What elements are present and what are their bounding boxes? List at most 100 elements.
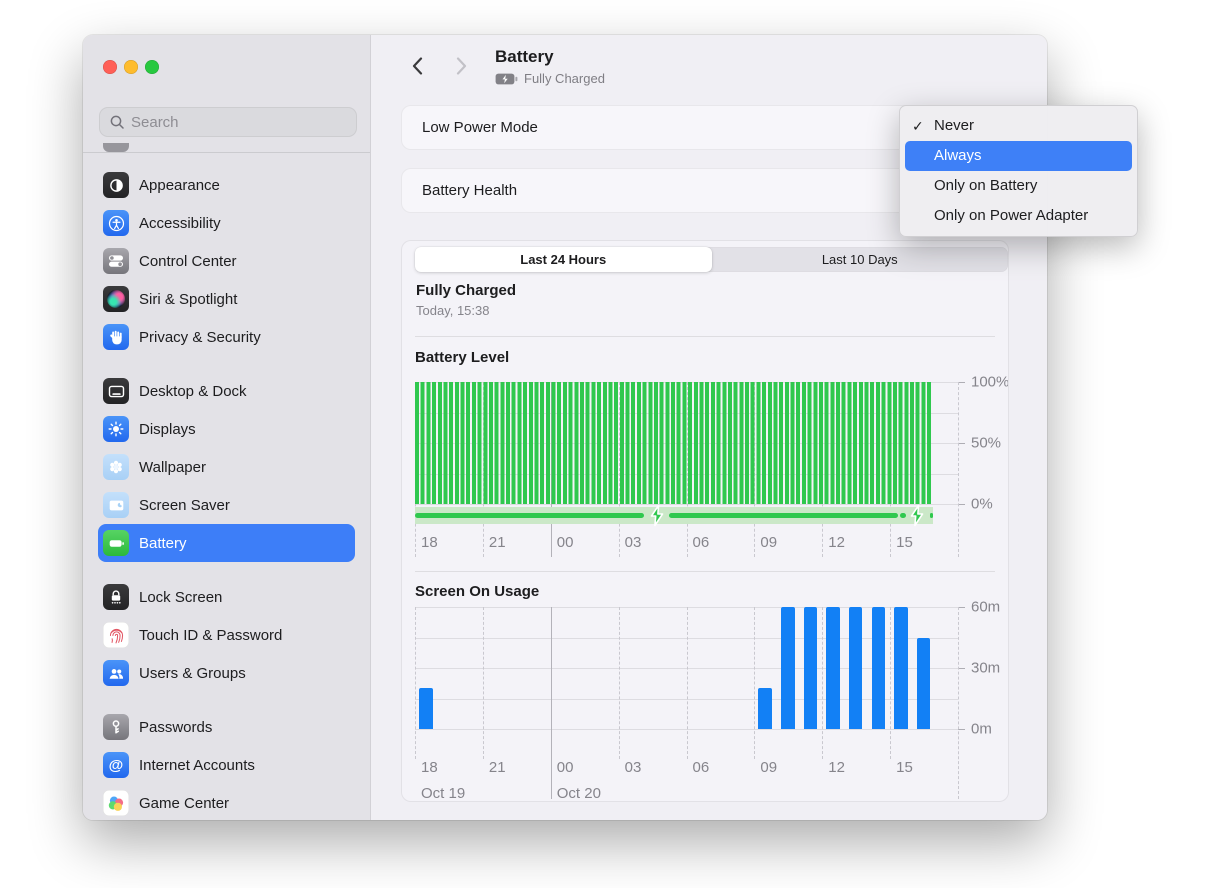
x-axis-label: 03 xyxy=(625,534,642,551)
low-power-mode-label: Low Power Mode xyxy=(422,119,538,136)
sidebar-item-passwords[interactable]: Passwords xyxy=(98,708,355,746)
sidebar-item-label: Displays xyxy=(139,421,196,438)
x-axis-label: 21 xyxy=(489,759,506,776)
sidebar-item-users-groups[interactable]: Users & Groups xyxy=(98,654,355,692)
touch-id-icon xyxy=(103,622,129,648)
screen-on-usage-title: Screen On Usage xyxy=(415,583,539,600)
sidebar-item-label: Lock Screen xyxy=(139,589,222,606)
sidebar-item-label: Desktop & Dock xyxy=(139,383,247,400)
internet-accounts-icon: @ xyxy=(103,752,129,778)
time-range-segmented-control: Last 24 Hours Last 10 Days xyxy=(415,247,1008,272)
x-axis-label: 03 xyxy=(625,759,642,776)
x-axis-label: 18 xyxy=(421,534,438,551)
game-center-icon xyxy=(103,790,129,816)
back-button[interactable] xyxy=(404,53,430,79)
y-axis-label: 0% xyxy=(971,496,993,513)
x-axis-label: 15 xyxy=(896,534,913,551)
sidebar-item-touch-id-password[interactable]: Touch ID & Password xyxy=(98,616,355,654)
sidebar-item-accessibility[interactable]: Accessibility xyxy=(98,204,355,242)
screen-saver-icon xyxy=(103,492,129,518)
battery-status: Fully Charged xyxy=(495,71,605,86)
sidebar-divider xyxy=(83,152,370,153)
sidebar-item-label: Control Center xyxy=(139,253,237,270)
forward-button[interactable] xyxy=(448,53,474,79)
users-groups-icon xyxy=(103,660,129,686)
lock-screen-icon xyxy=(103,584,129,610)
sidebar-item-label: Battery xyxy=(139,535,187,552)
control-center-icon xyxy=(103,248,129,274)
privacy-security-icon xyxy=(103,324,129,350)
sidebar-item-screen-saver[interactable]: Screen Saver xyxy=(98,486,355,524)
partial-sidebar-icon xyxy=(103,143,129,152)
sidebar-item-control-center[interactable]: Control Center xyxy=(98,242,355,280)
sidebar-item-lock-screen[interactable]: Lock Screen xyxy=(98,578,355,616)
sidebar-item-appearance[interactable]: Appearance xyxy=(98,166,355,204)
wallpaper-icon xyxy=(103,454,129,480)
siri-spotlight-icon xyxy=(103,286,129,312)
tab-last-10-days[interactable]: Last 10 Days xyxy=(712,247,1009,272)
screen-usage-bar xyxy=(872,607,886,729)
page-title: Battery xyxy=(495,47,554,67)
search-field[interactable] xyxy=(99,107,357,137)
x-axis-label: 21 xyxy=(489,534,506,551)
x-axis-label: 15 xyxy=(896,759,913,776)
screen-usage-bar xyxy=(849,607,863,729)
menu-item-only-on-battery[interactable]: Only on Battery xyxy=(900,171,1137,201)
battery-status-text: Fully Charged xyxy=(524,71,605,86)
divider xyxy=(415,336,995,337)
sidebar-item-battery[interactable]: Battery xyxy=(98,524,355,562)
x-axis-label: 00 xyxy=(557,534,574,551)
sidebar-item-wallpaper[interactable]: Wallpaper xyxy=(98,448,355,486)
sidebar-item-label: Appearance xyxy=(139,177,220,194)
displays-icon xyxy=(103,416,129,442)
x-axis-label: 06 xyxy=(693,759,710,776)
sidebar-item-game-center[interactable]: Game Center xyxy=(98,784,355,820)
sidebar-item-label: Wallpaper xyxy=(139,459,206,476)
appearance-icon xyxy=(103,172,129,198)
menu-item-never[interactable]: ✓ Never xyxy=(900,111,1137,141)
sidebar-item-label: Siri & Spotlight xyxy=(139,291,237,308)
zoom-button[interactable] xyxy=(145,60,159,74)
sidebar-item-siri-spotlight[interactable]: Siri & Spotlight xyxy=(98,280,355,318)
charging-bolt-icon xyxy=(648,504,666,527)
sidebar-item-label: Screen Saver xyxy=(139,497,230,514)
sidebar-item-privacy-security[interactable]: Privacy & Security xyxy=(98,318,355,356)
battery-level-chart: 1821000306091215100%50%0% xyxy=(415,382,958,504)
close-button[interactable] xyxy=(103,60,117,74)
sidebar-item-label: Game Center xyxy=(139,795,229,812)
menu-item-always[interactable]: Always xyxy=(905,141,1132,171)
sidebar-item-label: Touch ID & Password xyxy=(139,627,282,644)
sidebar-item-label: Privacy & Security xyxy=(139,329,261,346)
search-icon xyxy=(110,115,124,129)
charging-strip xyxy=(415,507,933,524)
battery-usage-card: Last 24 Hours Last 10 Days Fully Charged… xyxy=(401,240,1009,802)
accessibility-icon xyxy=(103,210,129,236)
screen-usage-bar xyxy=(826,607,840,729)
menu-item-only-on-power-adapter[interactable]: Only on Power Adapter xyxy=(900,201,1137,231)
passwords-icon xyxy=(103,714,129,740)
screen-usage-bar xyxy=(758,688,772,729)
x-axis-label: 12 xyxy=(828,534,845,551)
battery-icon xyxy=(103,530,129,556)
x-axis-label: 09 xyxy=(760,759,777,776)
x-axis-label: 18 xyxy=(421,759,438,776)
tab-last-24-hours[interactable]: Last 24 Hours xyxy=(415,247,712,272)
sidebar-item-displays[interactable]: Displays xyxy=(98,410,355,448)
battery-health-label: Battery Health xyxy=(422,182,517,199)
sidebar-item-desktop-dock[interactable]: Desktop & Dock xyxy=(98,372,355,410)
x-axis-label: 06 xyxy=(693,534,710,551)
sidebar-nav: Appearance Accessibility Control Center … xyxy=(83,166,370,820)
minimize-button[interactable] xyxy=(124,60,138,74)
page: Appearance Accessibility Control Center … xyxy=(0,0,1216,888)
sidebar-item-label: Passwords xyxy=(139,719,212,736)
date-label: Oct 20 xyxy=(557,785,601,802)
y-axis-label: 60m xyxy=(971,599,1000,616)
y-axis-label: 0m xyxy=(971,721,992,738)
sidebar-item-label: Accessibility xyxy=(139,215,221,232)
low-power-mode-menu: ✓ Never Always Only on Battery Only on P… xyxy=(899,105,1138,237)
search-input[interactable] xyxy=(131,114,346,131)
sidebar-item-internet-accounts[interactable]: @ Internet Accounts xyxy=(98,746,355,784)
screen-usage-bar xyxy=(419,688,433,729)
traffic-lights xyxy=(103,60,159,74)
screen-usage-bar xyxy=(917,638,931,730)
